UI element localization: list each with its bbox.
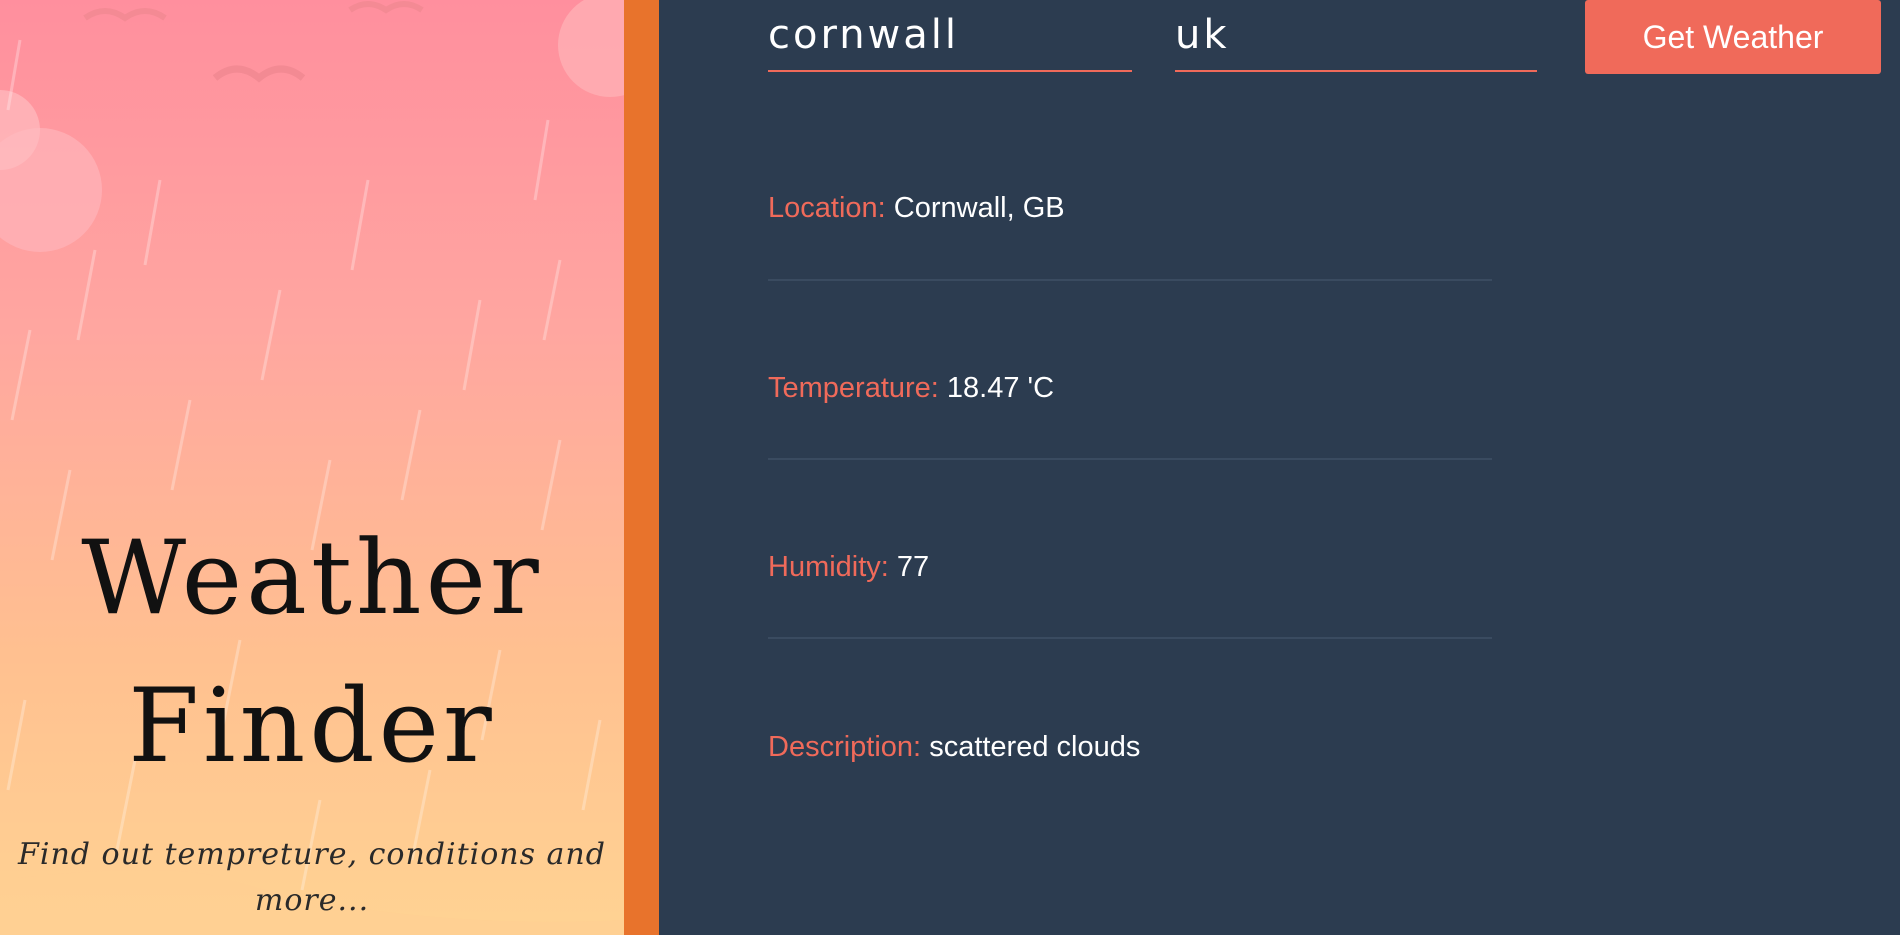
result-description: Description: scattered clouds [768,727,1492,767]
country-input[interactable] [1175,0,1537,70]
city-input[interactable] [768,0,1132,70]
divider [768,637,1492,639]
city-field [768,0,1132,72]
page-title: Weather Finder [0,505,624,801]
divider [768,279,1492,281]
temperature-value: 18.47 'C [946,372,1055,404]
country-field [1175,0,1537,72]
result-humidity: Humidity: 77 [768,547,1492,587]
result-temperature: Temperature: 18.47 'C [768,368,1492,408]
humidity-label: Humidity: [768,551,889,583]
page-title-line2: Finder [128,667,496,786]
hero-panel: Weather Finder Find out tempreture, cond… [0,0,624,935]
humidity-value: 77 [896,551,930,583]
weather-panel: Get Weather Location: Cornwall, GB Tempe… [659,0,1900,935]
get-weather-button[interactable]: Get Weather [1585,0,1881,74]
location-label: Location: [768,192,886,224]
description-value: scattered clouds [929,731,1141,763]
divider [768,458,1492,460]
description-label: Description: [768,731,922,763]
result-location: Location: Cornwall, GB [768,188,1492,228]
page-subtitle: Find out tempreture, conditions and more… [18,837,606,918]
page-title-line1: Weather [81,519,543,638]
temperature-label: Temperature: [768,372,939,404]
accent-divider-bar [624,0,659,935]
location-value: Cornwall, GB [893,192,1065,224]
